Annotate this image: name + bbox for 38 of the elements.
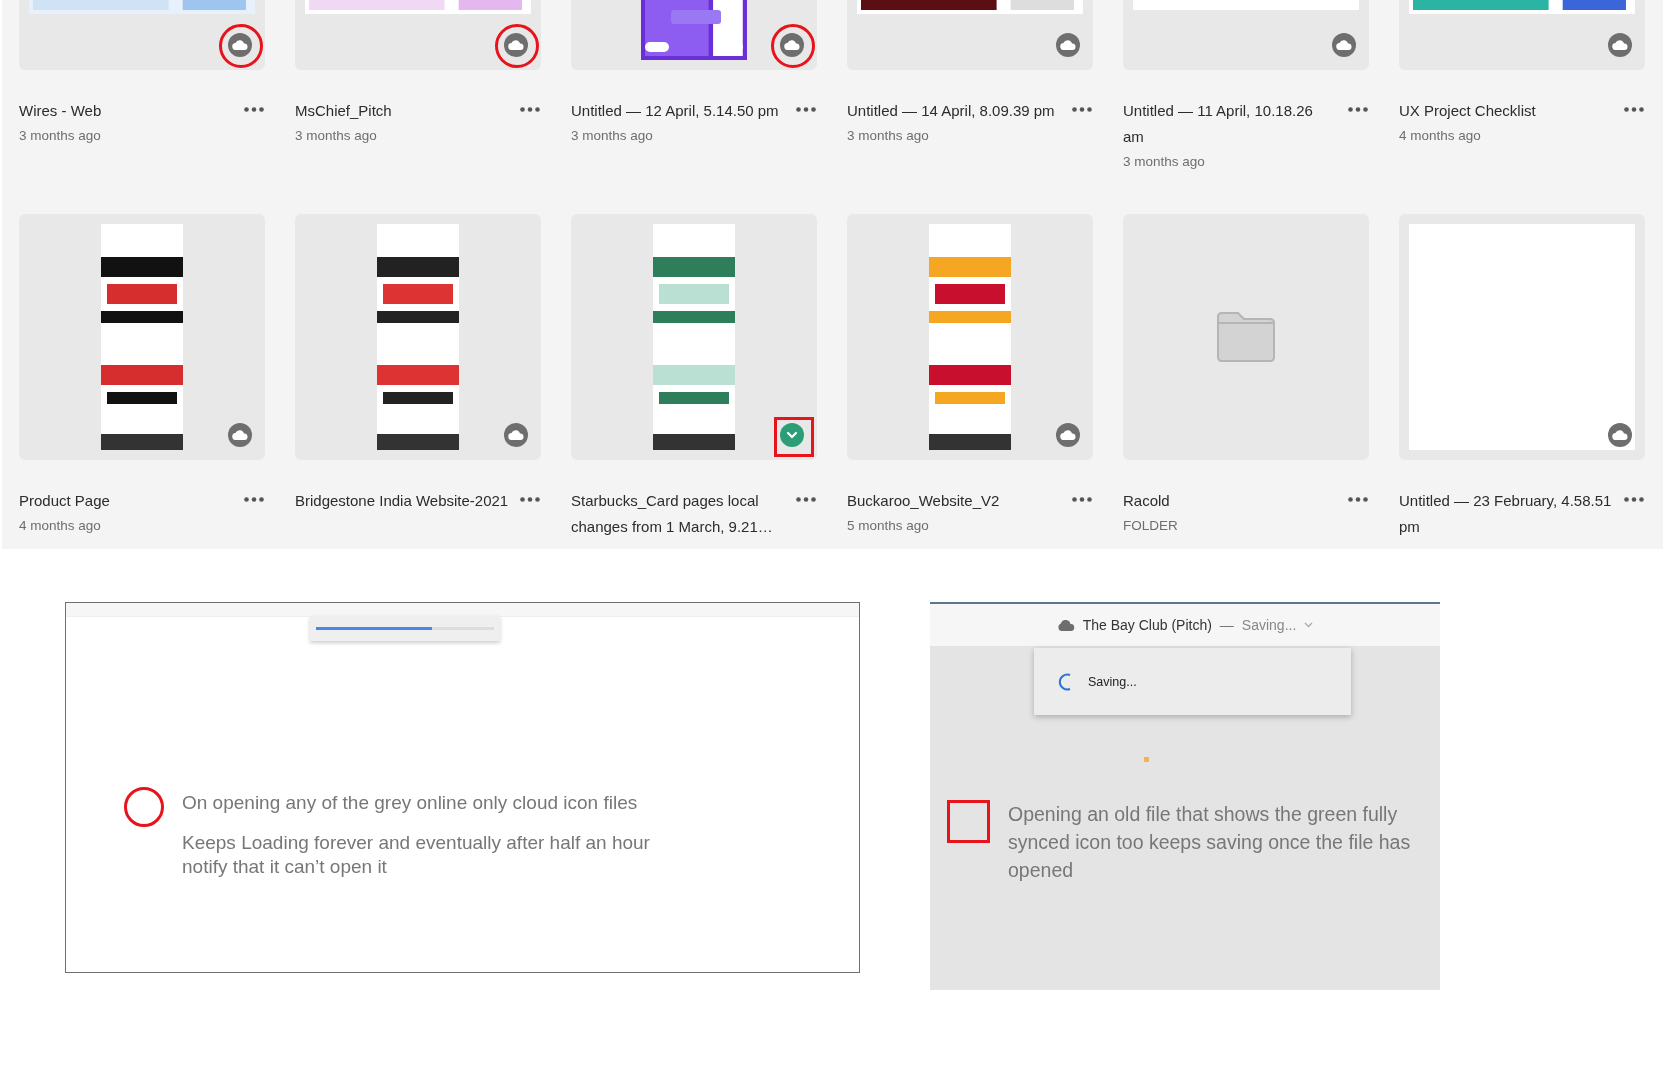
highlight-circle: [124, 787, 164, 827]
annotation-text: On opening any of the grey online only cloud icon files: [182, 791, 639, 815]
file-date: 3 months ago: [295, 127, 378, 145]
file-date: 3 months ago: [1123, 153, 1206, 171]
title-separator: —: [1219, 617, 1234, 633]
file-name: Untitled — 11 April, 10.18.26 am: [1123, 101, 1314, 147]
folder-icon: [1216, 311, 1276, 363]
file-date: 5 months ago: [847, 517, 930, 535]
highlight-square: [947, 800, 990, 843]
file-card[interactable]: [19, 214, 265, 460]
file-date: 4 months ago: [1399, 127, 1482, 145]
file-name: Untitled — 23 February, 4.58.51 pm: [1399, 491, 1613, 537]
file-date: 3 months ago: [571, 127, 654, 145]
file-name: Untitled — 12 April, 5.14.50 pm: [571, 101, 780, 121]
file-card[interactable]: [571, 0, 817, 70]
file-name: Untitled — 14 April, 8.09.39 pm: [847, 101, 1056, 121]
file-name: Starbucks_Card pages local changes from 1 March, 9.21…: [571, 491, 774, 537]
file-card[interactable]: [847, 0, 1093, 70]
file-name: Racold: [1123, 491, 1171, 511]
file-card[interactable]: [571, 214, 817, 460]
file-card[interactable]: [847, 214, 1093, 460]
file-name: Bridgestone India Website-2021: [295, 491, 509, 511]
document-title: The Bay Club (Pitch): [1082, 617, 1212, 633]
saving-message: Saving...: [1088, 674, 1137, 689]
file-date: 3 months ago: [847, 127, 930, 145]
file-name: UX Project Checklist: [1399, 101, 1537, 121]
annotation-text: Opening an old file that shows the green fully synced icon too keeps saving once the file has opened: [1008, 802, 1412, 883]
file-date: 3 months ago: [19, 127, 102, 145]
cloud-icon: [1056, 619, 1075, 631]
file-name: Wires - Web: [19, 101, 103, 121]
file-name: Product Page: [19, 491, 111, 511]
file-name: Buckaroo_Website_V2: [847, 491, 1001, 511]
file-date: 4 months ago: [19, 517, 102, 535]
file-date: FOLDER: [1123, 517, 1179, 535]
annotation-text: Keeps Loading forever and eventually after half an hour notify that it can’t open it: [182, 831, 651, 879]
file-card[interactable]: [295, 214, 541, 460]
file-name: MsChief_Pitch: [295, 101, 393, 121]
save-status[interactable]: Saving...: [1241, 617, 1297, 633]
